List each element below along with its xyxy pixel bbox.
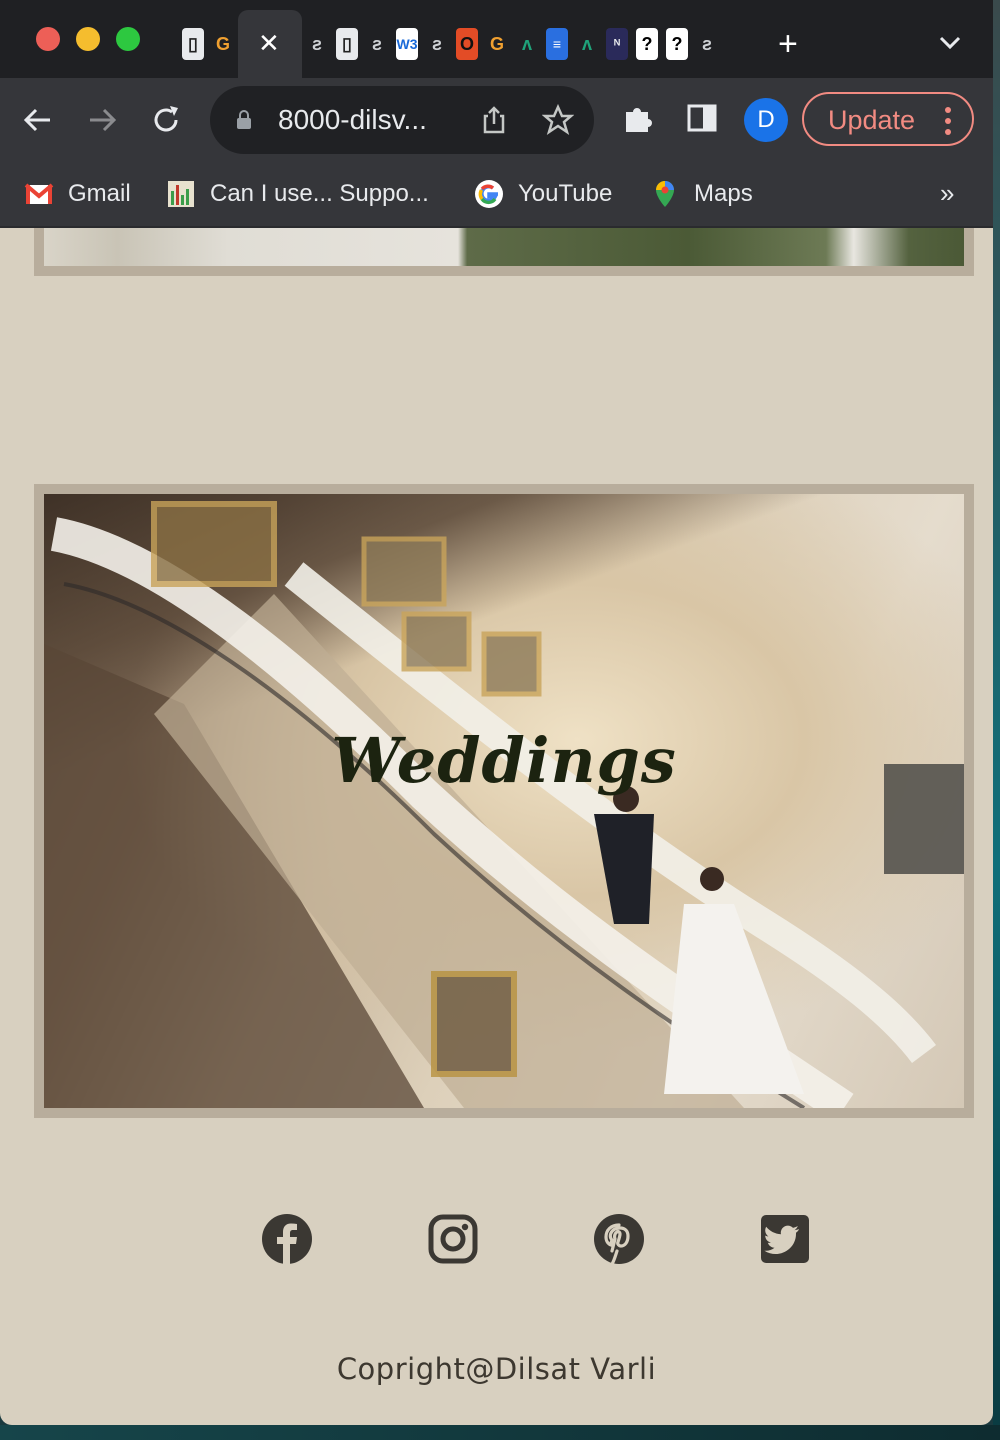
facebook-icon[interactable] xyxy=(261,1213,313,1265)
more-bookmarks-button[interactable]: » xyxy=(940,176,954,210)
update-label: Update xyxy=(828,105,916,135)
weddings-photo[interactable]: Weddings xyxy=(44,494,964,1108)
address-bar[interactable]: 8000-dilsv... xyxy=(210,86,594,154)
google-icon xyxy=(475,180,503,208)
bookmark-youtube[interactable]: YouTube xyxy=(474,174,612,214)
lock-icon[interactable] xyxy=(236,110,252,130)
profile-avatar[interactable]: D xyxy=(744,98,788,142)
tab-favicon-icon[interactable]: G xyxy=(486,28,508,60)
tab-favicon-icon[interactable]: ▯ xyxy=(182,28,204,60)
tab-favicon-icon[interactable]: ƨ xyxy=(306,28,328,60)
desktop-edge xyxy=(993,0,1000,1440)
window-minimize-button[interactable] xyxy=(76,27,100,51)
tab-favicon-icon[interactable]: ƨ xyxy=(426,28,448,60)
gallery-image-frame xyxy=(34,228,974,276)
caniuse-icon xyxy=(168,181,194,207)
section-title: Weddings xyxy=(331,724,677,797)
garden-photo xyxy=(44,228,964,266)
forward-arrow-icon[interactable] xyxy=(82,100,122,140)
tab-favicon-icon[interactable]: O xyxy=(456,28,478,60)
bookmark-caniuse[interactable]: Can I use... Suppo... xyxy=(166,174,429,214)
tab-favicon-icon[interactable]: G xyxy=(212,28,234,60)
twitter-icon[interactable] xyxy=(759,1213,811,1265)
tab-favicon-icon[interactable]: ≡ xyxy=(546,28,568,60)
reload-icon[interactable] xyxy=(146,100,186,140)
bookmark-maps[interactable]: Maps xyxy=(650,174,753,214)
browser-toolbar: 8000-dilsv... D Update xyxy=(0,78,993,162)
side-panel-icon[interactable] xyxy=(684,100,720,136)
bookmark-star-icon[interactable] xyxy=(542,104,574,136)
tab-favicon-icon[interactable]: ᴺ xyxy=(606,28,628,60)
tab-favicon-icon[interactable]: ƨ xyxy=(696,28,718,60)
update-button[interactable]: Update xyxy=(802,92,974,146)
window-zoom-button[interactable] xyxy=(116,27,140,51)
tab-favicon-icon[interactable]: ƨ xyxy=(366,28,388,60)
bookmark-label: Gmail xyxy=(68,180,131,207)
chevron-down-icon[interactable] xyxy=(936,30,964,54)
weddings-card[interactable]: Weddings xyxy=(34,484,974,1118)
bookmark-label: YouTube xyxy=(518,180,613,207)
copyright-text: Copright@Dilsat Varli xyxy=(336,1352,657,1386)
extensions-puzzle-icon[interactable] xyxy=(620,100,656,136)
tab-favicon-icon[interactable]: ʌ xyxy=(516,28,538,60)
bookmarks-bar: Gmail Can I use... Suppo... YouTube Maps… xyxy=(0,162,993,228)
close-icon[interactable]: ✕ xyxy=(258,28,280,58)
instagram-icon[interactable] xyxy=(427,1213,479,1265)
browser-window: ▯ G ✕ ƨ ▯ ƨ W3 ƨ O G ʌ ≡ ʌ ᴺ ? ? ƨ + 800… xyxy=(0,0,993,1425)
desktop-bottom-edge xyxy=(0,1425,1000,1440)
tab-favicon-icon[interactable]: W3 xyxy=(396,28,418,60)
staircase-illustration xyxy=(44,501,964,1108)
gmail-icon xyxy=(24,183,54,204)
new-tab-button[interactable]: + xyxy=(778,24,798,64)
share-icon[interactable] xyxy=(478,104,510,136)
url-text[interactable]: 8000-dilsv... xyxy=(278,104,427,136)
tab-favicon-icon[interactable]: ʌ xyxy=(576,28,598,60)
more-vert-icon[interactable] xyxy=(944,106,952,136)
tab-strip: ▯ G ✕ ƨ ▯ ƨ W3 ƨ O G ʌ ≡ ʌ ᴺ ? ? ƨ + xyxy=(0,0,993,78)
tab-favicon-icon[interactable]: ? xyxy=(666,28,688,60)
tab-favicon-icon[interactable]: ▯ xyxy=(336,28,358,60)
tab-active[interactable]: ✕ xyxy=(238,10,302,78)
tab-favicon-icon[interactable]: ? xyxy=(636,28,658,60)
bookmark-gmail[interactable]: Gmail xyxy=(24,174,131,214)
back-arrow-icon[interactable] xyxy=(18,100,58,140)
pinterest-icon[interactable] xyxy=(593,1213,645,1265)
window-close-button[interactable] xyxy=(36,27,60,51)
bookmark-label: Maps xyxy=(694,180,753,207)
maps-pin-icon xyxy=(656,181,674,207)
bookmark-label: Can I use... Suppo... xyxy=(210,180,429,207)
